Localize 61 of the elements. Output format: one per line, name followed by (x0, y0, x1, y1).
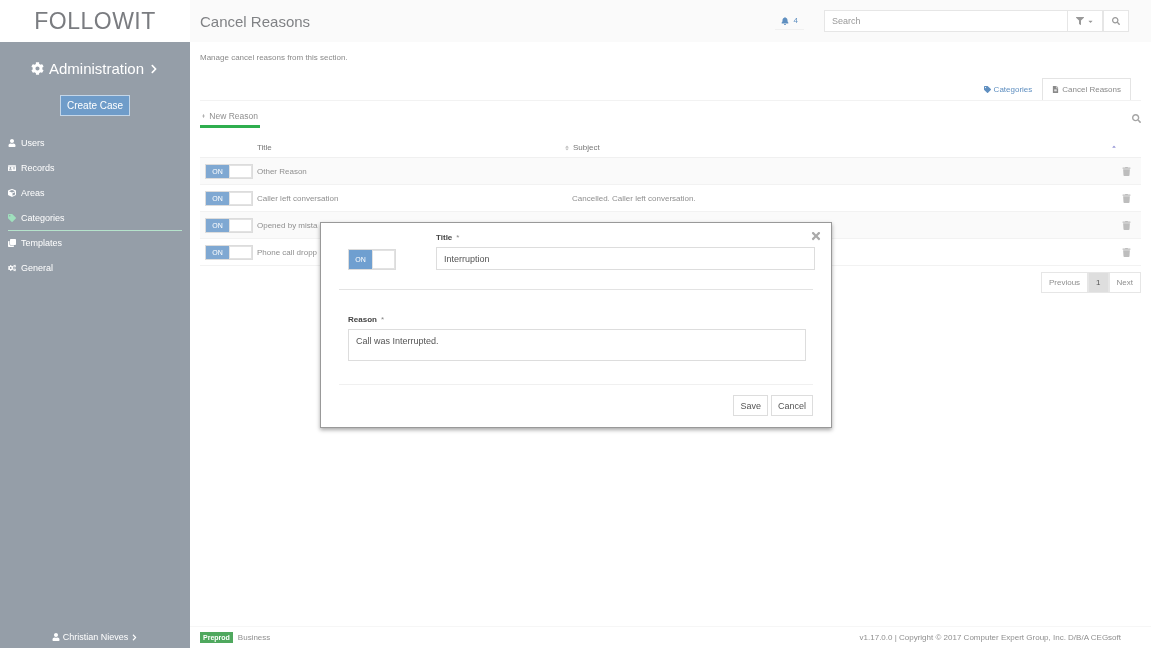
required-mark: * (380, 315, 385, 324)
trash-icon[interactable] (1121, 193, 1131, 203)
table-cell: Opened by mista (257, 220, 318, 230)
description: Manage cancel reasons from this section. (200, 53, 349, 62)
chevron-icon (131, 633, 139, 641)
sidebar-item[interactable]: Areas (8, 181, 182, 206)
filter-button[interactable] (1067, 10, 1103, 32)
chevron-icon (149, 63, 159, 74)
table-cell: Caller left conversation (257, 193, 339, 203)
id-card-icon (8, 164, 16, 172)
tab[interactable]: Cancel Reasons (1042, 78, 1131, 100)
copy-icon (8, 239, 16, 247)
search-button[interactable] (1103, 10, 1129, 32)
filter-icon (1076, 17, 1084, 25)
field-label: Reason (348, 315, 377, 324)
new-reason-button[interactable]: New Reason (200, 109, 260, 128)
trash-icon[interactable] (1121, 220, 1131, 230)
table-cell: Cancelled. Caller left conversation. (572, 193, 696, 203)
logo: FOLLOWIT (34, 7, 156, 35)
table-cell: Phone call dropp (257, 247, 318, 257)
user-icon (8, 139, 16, 147)
tag-icon (8, 214, 16, 222)
trash-icon[interactable] (1121, 247, 1131, 257)
tab[interactable]: Categories (973, 78, 1043, 100)
column-header[interactable]: Title (257, 143, 272, 152)
trash-icon[interactable] (1121, 166, 1131, 176)
page-title: Cancel Reasons (200, 12, 311, 30)
title-field[interactable]: Interruption (436, 247, 815, 270)
column-header[interactable]: Subject (564, 143, 600, 152)
sidebar-item[interactable]: General (8, 256, 182, 281)
page-button[interactable]: 1 (1088, 272, 1109, 293)
page-button[interactable]: Previous (1040, 272, 1089, 293)
cube-icon (8, 189, 16, 197)
sort-icon (564, 144, 570, 151)
create-case-button[interactable]: Create Case (60, 95, 130, 116)
reason-field[interactable]: Call was Interrupted. (348, 329, 806, 361)
gear-icon (30, 62, 44, 75)
section-heading: Administration (48, 60, 144, 77)
page-button[interactable]: Next (1108, 272, 1141, 293)
document-icon (1052, 86, 1060, 93)
search-icon[interactable] (1132, 114, 1141, 123)
copyright: v1.17.0.0 | Copyright © 2017 Computer Expert Group, Inc. D/B/A CEGsoft (859, 633, 1121, 642)
field-label: Title (436, 233, 453, 242)
close-icon[interactable] (810, 230, 822, 242)
cancel-button[interactable]: Cancel (771, 395, 813, 416)
user-icon (51, 633, 60, 641)
sidebar-item[interactable]: Records (8, 156, 182, 181)
search-icon (1112, 17, 1120, 25)
sidebar-item[interactable]: Templates (8, 231, 182, 256)
bell-icon (780, 16, 789, 25)
sidebar-item[interactable]: Categories (8, 206, 182, 231)
tag-icon (983, 86, 991, 93)
save-button[interactable]: Save (733, 395, 768, 416)
search-field[interactable]: Search (824, 10, 1067, 32)
sidebar-item[interactable]: Users (8, 131, 182, 156)
gears-icon (8, 264, 16, 272)
user-menu[interactable]: Christian Nieves (0, 626, 190, 648)
notifications-button[interactable]: 4 (774, 12, 804, 30)
table-cell: Other Reason (257, 166, 307, 176)
required-mark: * (456, 233, 460, 242)
environment-label: Business (237, 633, 271, 642)
